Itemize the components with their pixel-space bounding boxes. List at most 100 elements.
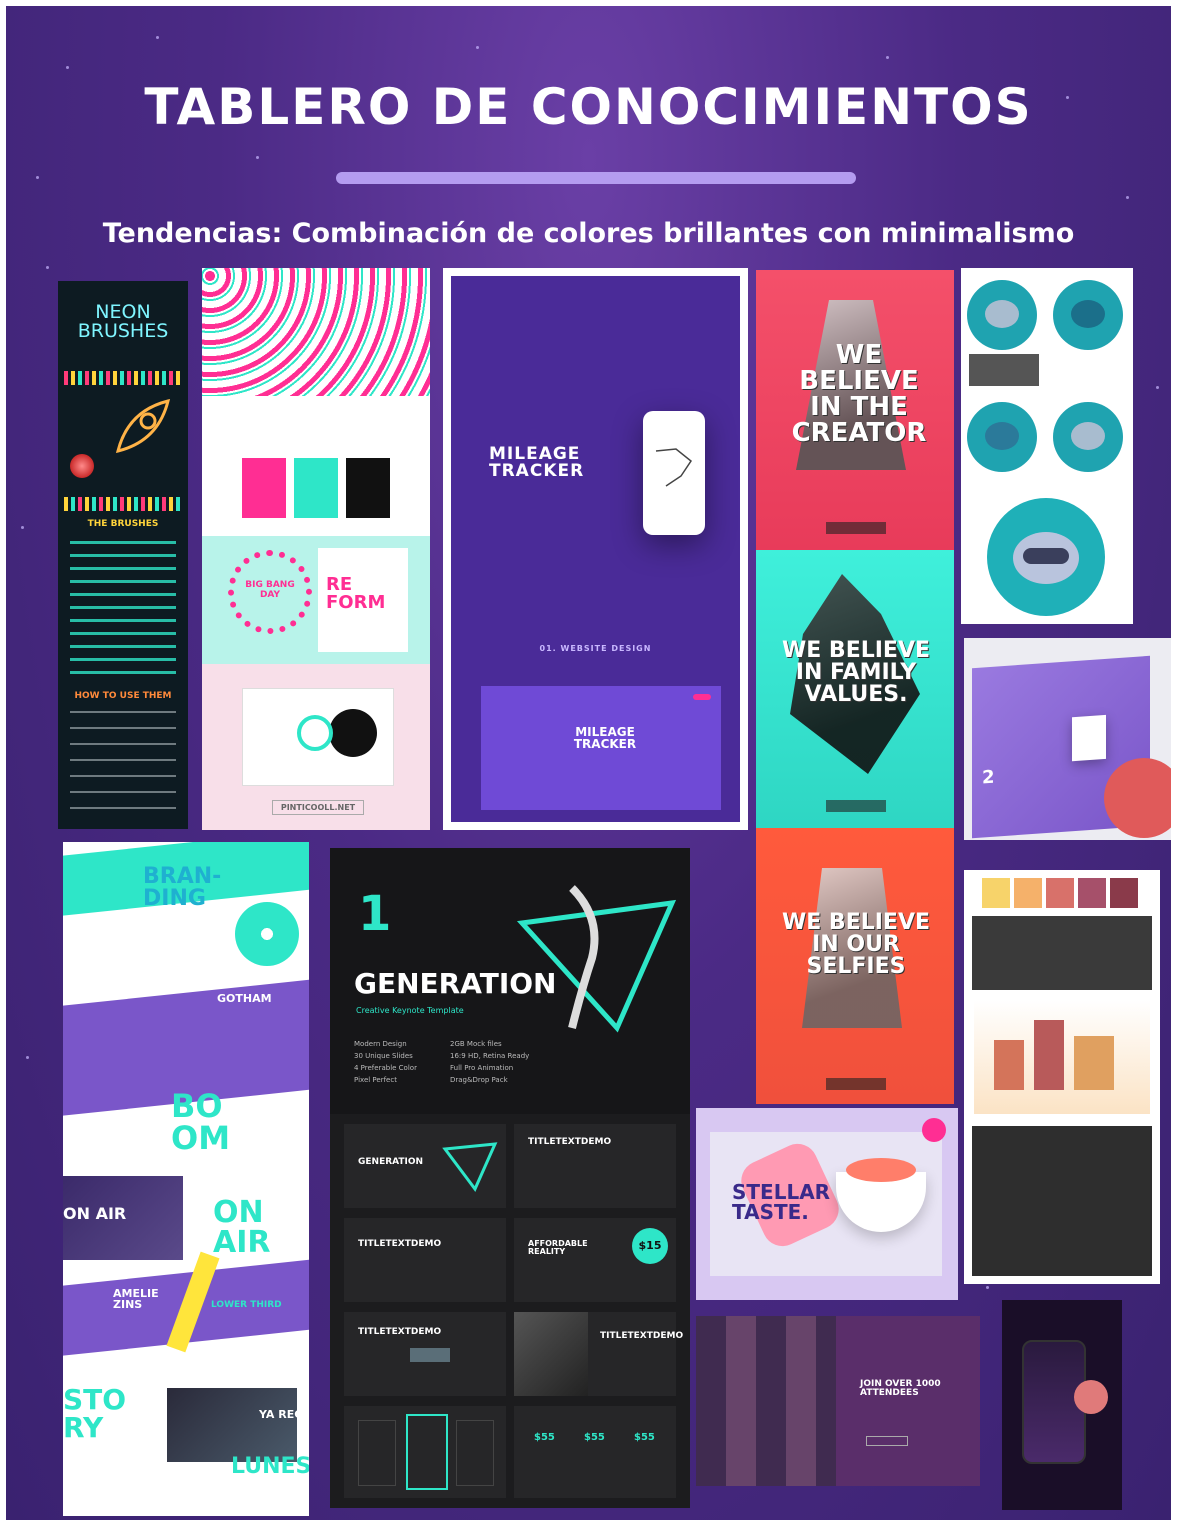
triangle-graphic <box>516 885 677 1033</box>
illustration-editor-tile <box>964 870 1160 1284</box>
phone-dark-tile <box>1002 1300 1122 1510</box>
thumb-generation: GENERATION <box>358 1157 424 1167</box>
attendees-title: JOIN OVER 1000 ATTENDEES <box>860 1379 941 1398</box>
title-underline <box>336 172 856 184</box>
raccoon-icon <box>967 402 1037 472</box>
amelie-label: AMELIE ZINS <box>113 1287 159 1311</box>
generation-thumb: $55 $55 $55 <box>514 1406 676 1498</box>
star-decoration <box>1126 196 1129 199</box>
pattern-tile: BIG BANG DAY RE FORM PINTICOOLL.NET <box>202 268 430 830</box>
stellar-title: STELLAR TASTE. <box>732 1180 831 1224</box>
cd-disc <box>235 902 299 966</box>
phone-mockup <box>643 411 705 535</box>
star-decoration <box>1156 386 1159 389</box>
raccoon-icon <box>1053 402 1123 472</box>
mileage-website-preview: MILEAGE TRACKER <box>481 686 721 810</box>
price-label: $55 <box>534 1432 555 1443</box>
rocket-icon <box>115 398 171 454</box>
attendees-tile: JOIN OVER 1000 ATTENDEES <box>696 1316 980 1486</box>
feature-item: 4 Preferable Color <box>354 1064 417 1072</box>
star-decoration <box>46 266 49 269</box>
mileage-caption: 01. WEBSITE DESIGN <box>539 644 652 653</box>
lunes-label: LUNES <box>231 1454 309 1479</box>
mileage-panel: MILEAGE TRACKER 01. WEBSITE DESIGN MILEA… <box>451 276 740 822</box>
branding-photo <box>167 1388 297 1462</box>
poster-selfies-tile: WE BELIEVE IN OUR SELFIES <box>756 828 954 1104</box>
star-decoration <box>26 1056 29 1059</box>
neon-title: NEON BRUSHES <box>77 301 169 342</box>
web-mockup <box>242 688 394 786</box>
star-decoration <box>36 176 39 179</box>
page-subtitle: Tendencias: Combinación de colores brill… <box>102 218 1075 249</box>
generation-thumb: GENERATION <box>344 1124 506 1208</box>
generation-thumb: TITLETEXTDEMO <box>344 1312 506 1396</box>
mileage-title: MILEAGE TRACKER <box>489 444 585 481</box>
feature-item: 30 Unique Slides <box>354 1052 413 1060</box>
pattern-footer: PINTICOOLL.NET <box>272 800 364 815</box>
neon-orb <box>70 454 94 478</box>
thumb-title: TITLETEXTDEMO <box>600 1331 684 1341</box>
attendees-photo-grid <box>696 1316 836 1486</box>
raccoon-icons-tile <box>961 268 1133 624</box>
feature-item: Modern Design <box>354 1040 407 1048</box>
thumb-title: TITLETEXTDEMO <box>358 1239 442 1249</box>
attendees-button <box>866 1436 908 1446</box>
pattern-cards <box>242 458 392 518</box>
generation-tagline: Creative Keynote Template <box>356 1006 464 1015</box>
color-swatches <box>982 878 1152 908</box>
star-decoration <box>256 156 259 159</box>
on-air-large-label: ON AIR <box>213 1195 271 1260</box>
generation-logo: 1 <box>358 886 392 942</box>
story-label: STO RY <box>63 1383 127 1444</box>
feature-item: Full Pro Animation <box>450 1064 514 1072</box>
planet-shape <box>1074 1380 1108 1414</box>
generation-thumb: TITLETEXTDEMO <box>514 1312 683 1396</box>
knowledge-board: TABLERO DE CONOCIMIENTOS Tendencias: Com… <box>6 6 1171 1520</box>
thumb-afford: AFFORDABLE REALITY <box>528 1239 588 1256</box>
mileage-title-small: MILEAGE TRACKER <box>573 725 637 751</box>
pattern-block <box>202 268 430 396</box>
price-label: $55 <box>584 1432 605 1443</box>
generation-thumb: TITLETEXTDEMO <box>514 1124 676 1208</box>
stellar-taste-tile: STELLAR TASTE. <box>696 1108 958 1300</box>
poster-creator-text: WE BELIEVE IN THE CREATOR <box>791 340 927 448</box>
poster-creator-tile: WE BELIEVE IN THE CREATOR <box>756 270 954 550</box>
poster-logo <box>826 800 886 812</box>
app-slide-tile: 2 <box>964 638 1171 840</box>
generation-feature-list: Modern Design 30 Unique Slides 4 Prefera… <box>354 1040 544 1090</box>
feature-item: 2GB Mock files <box>450 1040 502 1048</box>
feature-item: Drag&Drop Pack <box>450 1076 508 1084</box>
price-label: $55 <box>634 1432 655 1443</box>
thumb-title: TITLETEXTDEMO <box>528 1137 612 1147</box>
poster-family-text: WE BELIEVE IN FAMILY VALUES. <box>781 638 931 707</box>
neon-section-label: THE BRUSHES <box>87 519 159 529</box>
raccoon-icon-large <box>987 498 1105 616</box>
stellar-dot <box>922 1118 946 1142</box>
on-air-label: ON AIR <box>63 1204 127 1223</box>
gotham-label: GOTHAM <box>217 992 272 1005</box>
generation-thumb: AFFORDABLE REALITY $15 <box>514 1218 676 1302</box>
raccoon-icon <box>967 280 1037 350</box>
feature-item: Pixel Perfect <box>354 1076 397 1084</box>
star-decoration <box>21 526 24 529</box>
neon-howto-label: HOW TO USE THEM <box>74 691 172 701</box>
app-slide-number: 2 <box>982 766 995 789</box>
star-decoration <box>66 66 69 69</box>
poster-family-tile: WE BELIEVE IN FAMILY VALUES. <box>756 550 954 828</box>
branding-heading: BRAN- DING <box>143 864 222 911</box>
generation-hero: 1 GENERATION Creative Keynote Template M… <box>330 848 690 1114</box>
thumb-title: TITLETEXTDEMO <box>358 1327 442 1337</box>
poster-logo <box>826 522 886 534</box>
feature-item: 16:9 HD, Retina Ready <box>450 1052 530 1060</box>
town-illustration <box>974 1000 1150 1114</box>
raccoon-icon <box>1053 280 1123 350</box>
generation-thumb: TITLETEXTDEMO <box>344 1218 506 1302</box>
big-bang-label: BIG BANG DAY <box>245 580 295 600</box>
branding-tile: BRAN- DING GOTHAM BO OM ON AIR ON AIR AM… <box>63 842 309 1516</box>
star-decoration <box>156 36 159 39</box>
ya-reg-label: YA REG <box>259 1408 304 1421</box>
poster-logo <box>826 1078 886 1090</box>
lower-third-label: LOWER THIRD <box>211 1300 282 1310</box>
reform-label: RE FORM <box>326 574 386 613</box>
neon-color-strip <box>64 497 182 511</box>
